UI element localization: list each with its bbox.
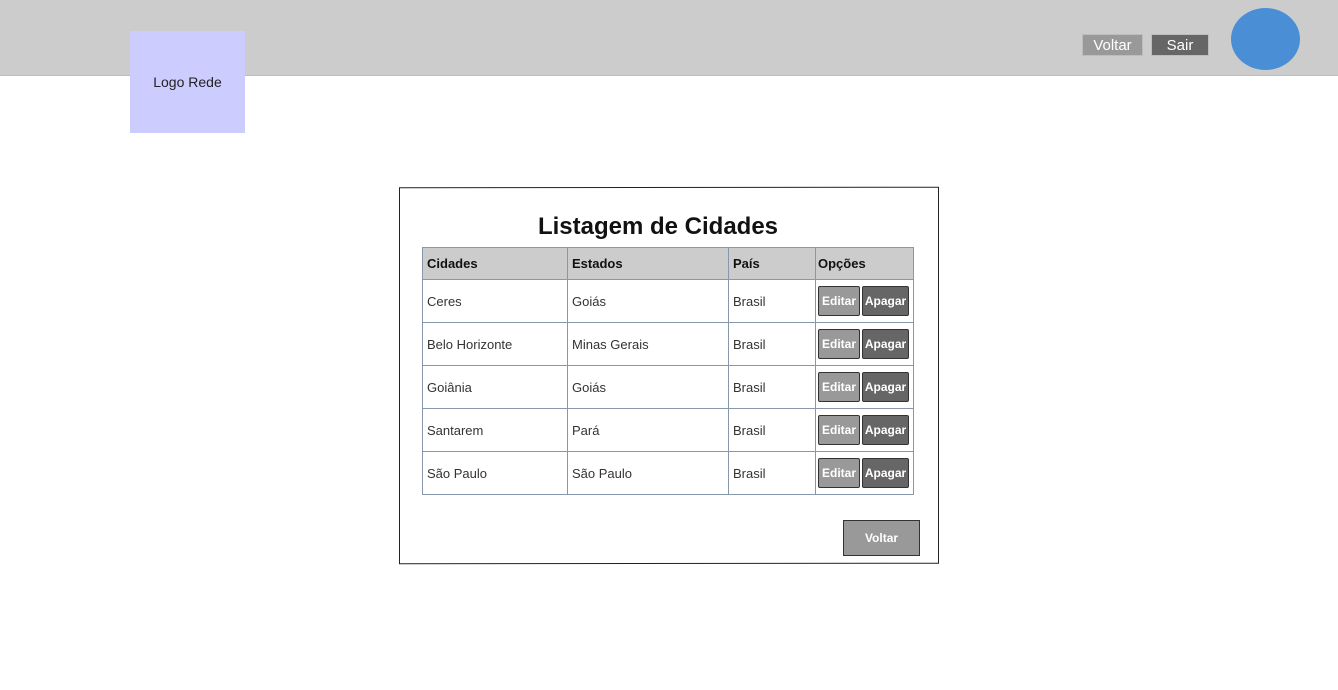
avatar[interactable]	[1231, 8, 1300, 70]
country-cell: Brasil	[728, 451, 816, 495]
cities-table: Cidades Estados País Opções Ceres Goiás …	[422, 247, 914, 495]
table-row: Goiânia Goiás Brasil Editar Apagar	[422, 365, 914, 409]
delete-button[interactable]: Apagar	[862, 458, 909, 488]
table-row: São Paulo São Paulo Brasil Editar Apagar	[422, 451, 914, 495]
edit-button[interactable]: Editar	[818, 458, 860, 488]
options-cell: Editar Apagar	[815, 279, 914, 323]
city-cell: Santarem	[422, 408, 568, 452]
delete-button[interactable]: Apagar	[862, 329, 909, 359]
state-cell: Minas Gerais	[567, 322, 729, 366]
city-cell: São Paulo	[422, 451, 568, 495]
options-cell: Editar Apagar	[815, 408, 914, 452]
edit-button[interactable]: Editar	[818, 415, 860, 445]
city-cell: Belo Horizonte	[422, 322, 568, 366]
table-row: Belo Horizonte Minas Gerais Brasil Edita…	[422, 322, 914, 366]
options-cell: Editar Apagar	[815, 451, 914, 495]
table-header-row: Cidades Estados País Opções	[422, 247, 914, 280]
country-cell: Brasil	[728, 322, 816, 366]
edit-button[interactable]: Editar	[818, 372, 860, 402]
column-header-options: Opções	[815, 247, 914, 280]
options-cell: Editar Apagar	[815, 365, 914, 409]
page-title: Listagem de Cidades	[537, 213, 779, 240]
edit-button[interactable]: Editar	[818, 329, 860, 359]
state-cell: Pará	[567, 408, 729, 452]
column-header-cities: Cidades	[422, 247, 568, 280]
table-row: Santarem Pará Brasil Editar Apagar	[422, 408, 914, 452]
state-cell: Goiás	[567, 279, 729, 323]
state-cell: Goiás	[567, 365, 729, 409]
country-cell: Brasil	[728, 365, 816, 409]
city-cell: Ceres	[422, 279, 568, 323]
delete-button[interactable]: Apagar	[862, 372, 909, 402]
back-button[interactable]: Voltar	[843, 520, 920, 556]
logo: Logo Rede	[130, 31, 245, 133]
logo-label: Logo Rede	[153, 74, 222, 90]
delete-button[interactable]: Apagar	[862, 415, 909, 445]
column-header-country: País	[728, 247, 816, 280]
state-cell: São Paulo	[567, 451, 729, 495]
column-header-states: Estados	[567, 247, 729, 280]
city-cell: Goiânia	[422, 365, 568, 409]
options-cell: Editar Apagar	[815, 322, 914, 366]
logout-button[interactable]: Sair	[1151, 34, 1209, 56]
delete-button[interactable]: Apagar	[862, 286, 909, 316]
table-row: Ceres Goiás Brasil Editar Apagar	[422, 279, 914, 323]
edit-button[interactable]: Editar	[818, 286, 860, 316]
back-button-header[interactable]: Voltar	[1082, 34, 1143, 56]
country-cell: Brasil	[728, 279, 816, 323]
country-cell: Brasil	[728, 408, 816, 452]
